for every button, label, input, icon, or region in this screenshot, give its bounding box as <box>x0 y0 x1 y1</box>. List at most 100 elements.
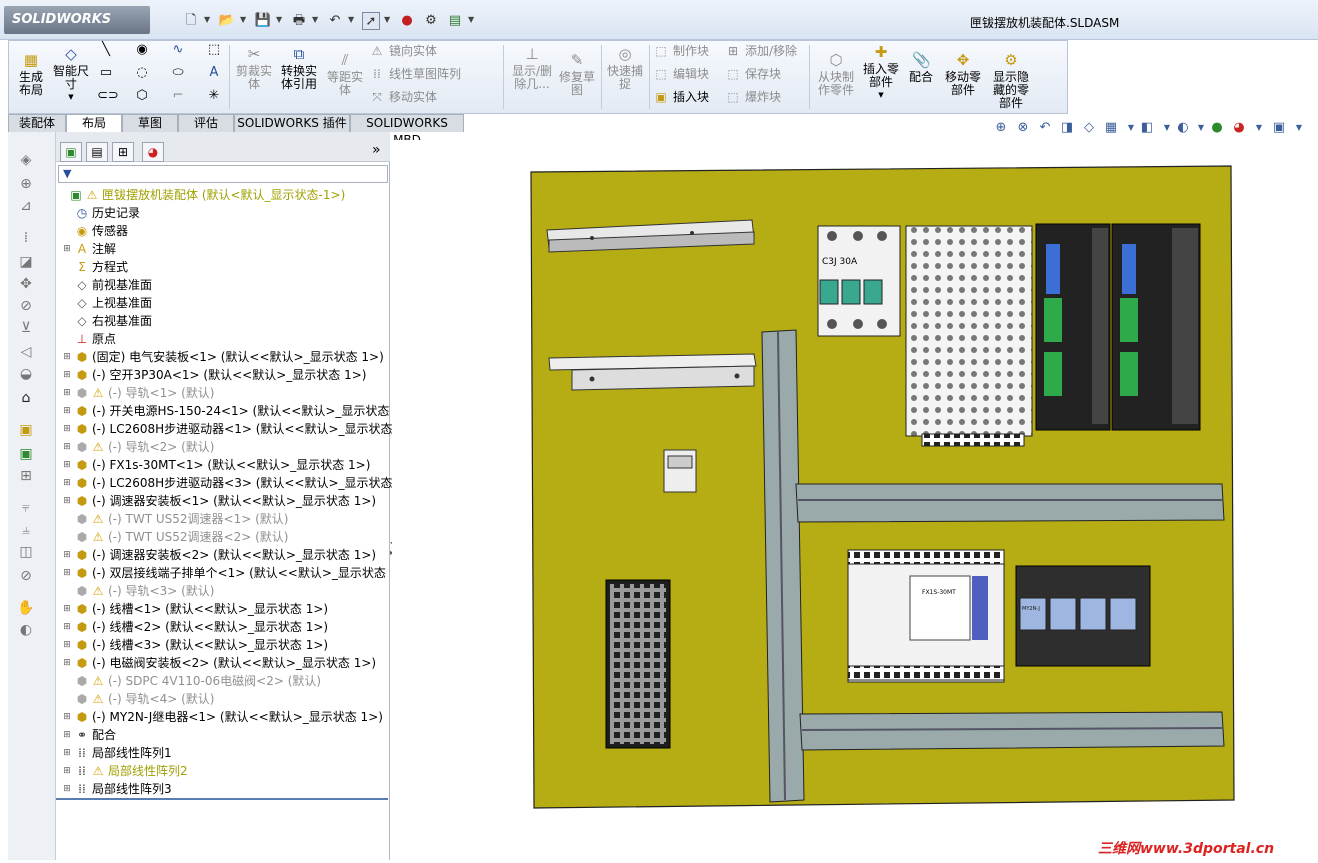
apply-scene-icon[interactable]: ◕ <box>1230 118 1248 138</box>
display-manager-tab-icon[interactable]: ◕ <box>142 142 164 162</box>
new-document-icon[interactable]: 🗋 <box>182 12 200 30</box>
hole-alignment-icon[interactable]: ⫨ <box>16 520 36 540</box>
previous-view-icon[interactable]: ↶ <box>1036 118 1054 138</box>
polygon-icon[interactable]: ⬡ <box>133 87 151 105</box>
new-motion-study-icon[interactable]: ◒ <box>16 364 36 384</box>
linear-pattern-button[interactable]: ⁞⁞ 线性草图阵列 <box>369 66 461 82</box>
expand-toggle-icon[interactable]: ⊞ <box>62 420 72 438</box>
spline-icon[interactable]: ∿ <box>169 41 187 59</box>
tab-sketch[interactable]: 草图 <box>122 114 178 132</box>
view-settings-icon[interactable]: ▣ <box>1270 118 1288 138</box>
zoom-to-area-icon[interactable]: ⊗ <box>1014 118 1032 138</box>
speedpak-icon[interactable]: ◐ <box>16 620 36 640</box>
tree-filter[interactable]: ▼ <box>58 165 388 183</box>
generate-layout-button[interactable]: ▦ 生成 布局 <box>13 51 49 97</box>
property-manager-tab-icon[interactable]: ▤ <box>86 142 108 162</box>
insert-components-icon[interactable]: ⊕ <box>16 174 36 194</box>
save-dropdown-icon[interactable]: ▼ <box>276 15 282 24</box>
slot-icon[interactable]: ⊂⊃ <box>97 87 119 105</box>
move-entities-button[interactable]: ⤧ 移动实体 <box>369 89 437 105</box>
add-remove-button[interactable]: ⊞ 添加/移除 <box>725 43 797 59</box>
view-orientation-icon[interactable]: ▦ <box>1102 118 1120 138</box>
tab-layout[interactable]: 布局 <box>66 114 122 133</box>
undo-dropdown-icon[interactable]: ▼ <box>348 15 354 24</box>
text-icon[interactable]: A <box>205 64 223 82</box>
assembly-model-view[interactable]: C3J 30A FX1S-30MT MY2N-J <box>392 140 1318 860</box>
expand-toggle-icon[interactable]: ⊞ <box>62 654 72 672</box>
mate-side-icon[interactable]: ⊿ <box>16 196 36 216</box>
line-icon[interactable]: ╲ <box>97 41 115 59</box>
expand-toggle-icon[interactable]: ⊞ <box>62 474 72 492</box>
rectangle-icon[interactable]: ▭ <box>97 64 115 82</box>
construction-box-icon[interactable]: ⬚ <box>205 41 223 59</box>
smart-dimension-button[interactable]: ◇ 智能尺 寸 ▼ <box>51 45 91 104</box>
fillet-icon[interactable]: ⌐ <box>169 87 187 105</box>
edit-block-button[interactable]: ⬚ 编辑块 <box>653 66 709 82</box>
expand-toggle-icon[interactable]: ⊞ <box>62 348 72 366</box>
expand-toggle-icon[interactable]: ⊞ <box>62 780 72 798</box>
open-dropdown-icon[interactable]: ▼ <box>240 15 246 24</box>
save-block-button[interactable]: ⬚ 保存块 <box>725 66 781 82</box>
show-delete-relations-button[interactable]: ⊥ 显示/删 除几... <box>509 45 555 91</box>
make-part-from-block-button[interactable]: ⬡ 从块制 作零件 <box>815 51 857 97</box>
expand-toggle-icon[interactable]: ⊞ <box>62 618 72 636</box>
panel-collapse-button[interactable]: » <box>372 142 381 158</box>
make-block-button[interactable]: ⬚ 制作块 <box>653 43 709 59</box>
move-component-button[interactable]: ✥ 移动零 部件 <box>941 51 985 97</box>
mirror-entities-button[interactable]: ⚠ 镜向实体 <box>369 43 437 59</box>
expand-toggle-icon[interactable]: ⊞ <box>62 762 72 780</box>
point-icon[interactable]: ✳ <box>205 87 223 105</box>
insert-components-button[interactable]: ✚ 插入零 部件 ▼ <box>861 43 901 102</box>
ellipse-icon[interactable]: ⬭ <box>169 64 187 82</box>
options-icon[interactable]: ⚙ <box>422 12 440 30</box>
bill-of-materials-icon[interactable]: ⌂ <box>16 388 36 408</box>
tab-assembly[interactable]: 装配体 <box>8 114 66 132</box>
expand-toggle-icon[interactable]: ⊞ <box>62 456 72 474</box>
expand-toggle-icon[interactable]: ⊞ <box>62 240 72 258</box>
expand-toggle-icon[interactable]: ⊞ <box>62 366 72 384</box>
repair-sketch-button[interactable]: ✎ 修复草 图 <box>557 51 597 97</box>
solidworks-logo[interactable]: SOLIDWORKS <box>4 6 150 34</box>
trim-entities-button[interactable]: ✂ 剪裁实 体 <box>233 45 275 91</box>
configuration-manager-tab-icon[interactable]: ⊞ <box>112 142 134 162</box>
expand-toggle-icon[interactable]: ⊞ <box>62 600 72 618</box>
view-options-icon[interactable]: ▤ <box>446 12 464 30</box>
expand-toggle-icon[interactable]: ⊞ <box>62 708 72 726</box>
view-options-dropdown-icon[interactable]: ▼ <box>468 15 474 24</box>
zoom-to-fit-icon[interactable]: ⊕ <box>992 118 1010 138</box>
view-settings-dropdown-icon[interactable]: ▼ <box>1290 118 1308 138</box>
tab-solidworks-addins[interactable]: SOLIDWORKS 插件 <box>234 114 350 132</box>
reference-geometry-icon[interactable]: ◁ <box>16 342 36 362</box>
show-hidden-side-icon[interactable]: ⊘ <box>16 296 36 316</box>
hide-show-items-icon[interactable]: ◐ <box>1174 118 1192 138</box>
assembly-features-icon[interactable]: ⊻ <box>16 318 36 338</box>
offset-entities-button[interactable]: ⫽ 等距实 体 <box>325 51 365 97</box>
explode-block-button[interactable]: ⬚ 爆炸块 <box>725 89 781 105</box>
interference-detection-icon[interactable]: ⊞ <box>16 466 36 486</box>
expand-toggle-icon[interactable]: ⊞ <box>62 402 72 420</box>
clearance-icon[interactable]: ⫧ <box>16 498 36 518</box>
expand-toggle-icon[interactable]: ⊞ <box>62 384 72 402</box>
expand-toggle-icon[interactable]: ⊞ <box>62 564 72 582</box>
move-side-icon[interactable]: ✥ <box>16 274 36 294</box>
explode-line-sketch-icon[interactable]: ▣ <box>16 444 36 464</box>
insert-block-button[interactable]: ▣ 插入块 <box>653 89 709 105</box>
new-dropdown-icon[interactable]: ▼ <box>204 15 210 24</box>
expand-toggle-icon[interactable]: ⊞ <box>62 438 72 456</box>
apply-scene-dropdown-icon[interactable]: ▼ <box>1250 118 1268 138</box>
expand-toggle-icon[interactable]: ⊞ <box>62 726 72 744</box>
show-hidden-components-button[interactable]: ⚙ 显示隐 藏的零 部件 <box>989 51 1033 110</box>
quick-snaps-button[interactable]: ◎ 快速捕 捉 <box>605 45 645 91</box>
dynamic-annotation-icon[interactable]: ◇ <box>1080 118 1098 138</box>
edit-component-icon[interactable]: ◈ <box>16 150 36 170</box>
instant3d-icon[interactable]: ✋ <box>16 598 36 618</box>
save-icon[interactable]: 💾 <box>254 12 272 30</box>
hide-show-icon[interactable]: ⊘ <box>16 566 36 586</box>
linear-pattern-side-icon[interactable]: ⁞ <box>16 228 36 248</box>
expand-toggle-icon[interactable]: ⊞ <box>62 636 72 654</box>
select-dropdown-icon[interactable]: ▼ <box>384 15 390 24</box>
traffic-light-icon[interactable]: ● <box>398 12 416 30</box>
convert-entities-button[interactable]: ⧉ 转换实 体引用 <box>277 45 321 91</box>
smart-fasteners-icon[interactable]: ◪ <box>16 252 36 272</box>
tab-evaluate[interactable]: 评估 <box>178 114 234 132</box>
